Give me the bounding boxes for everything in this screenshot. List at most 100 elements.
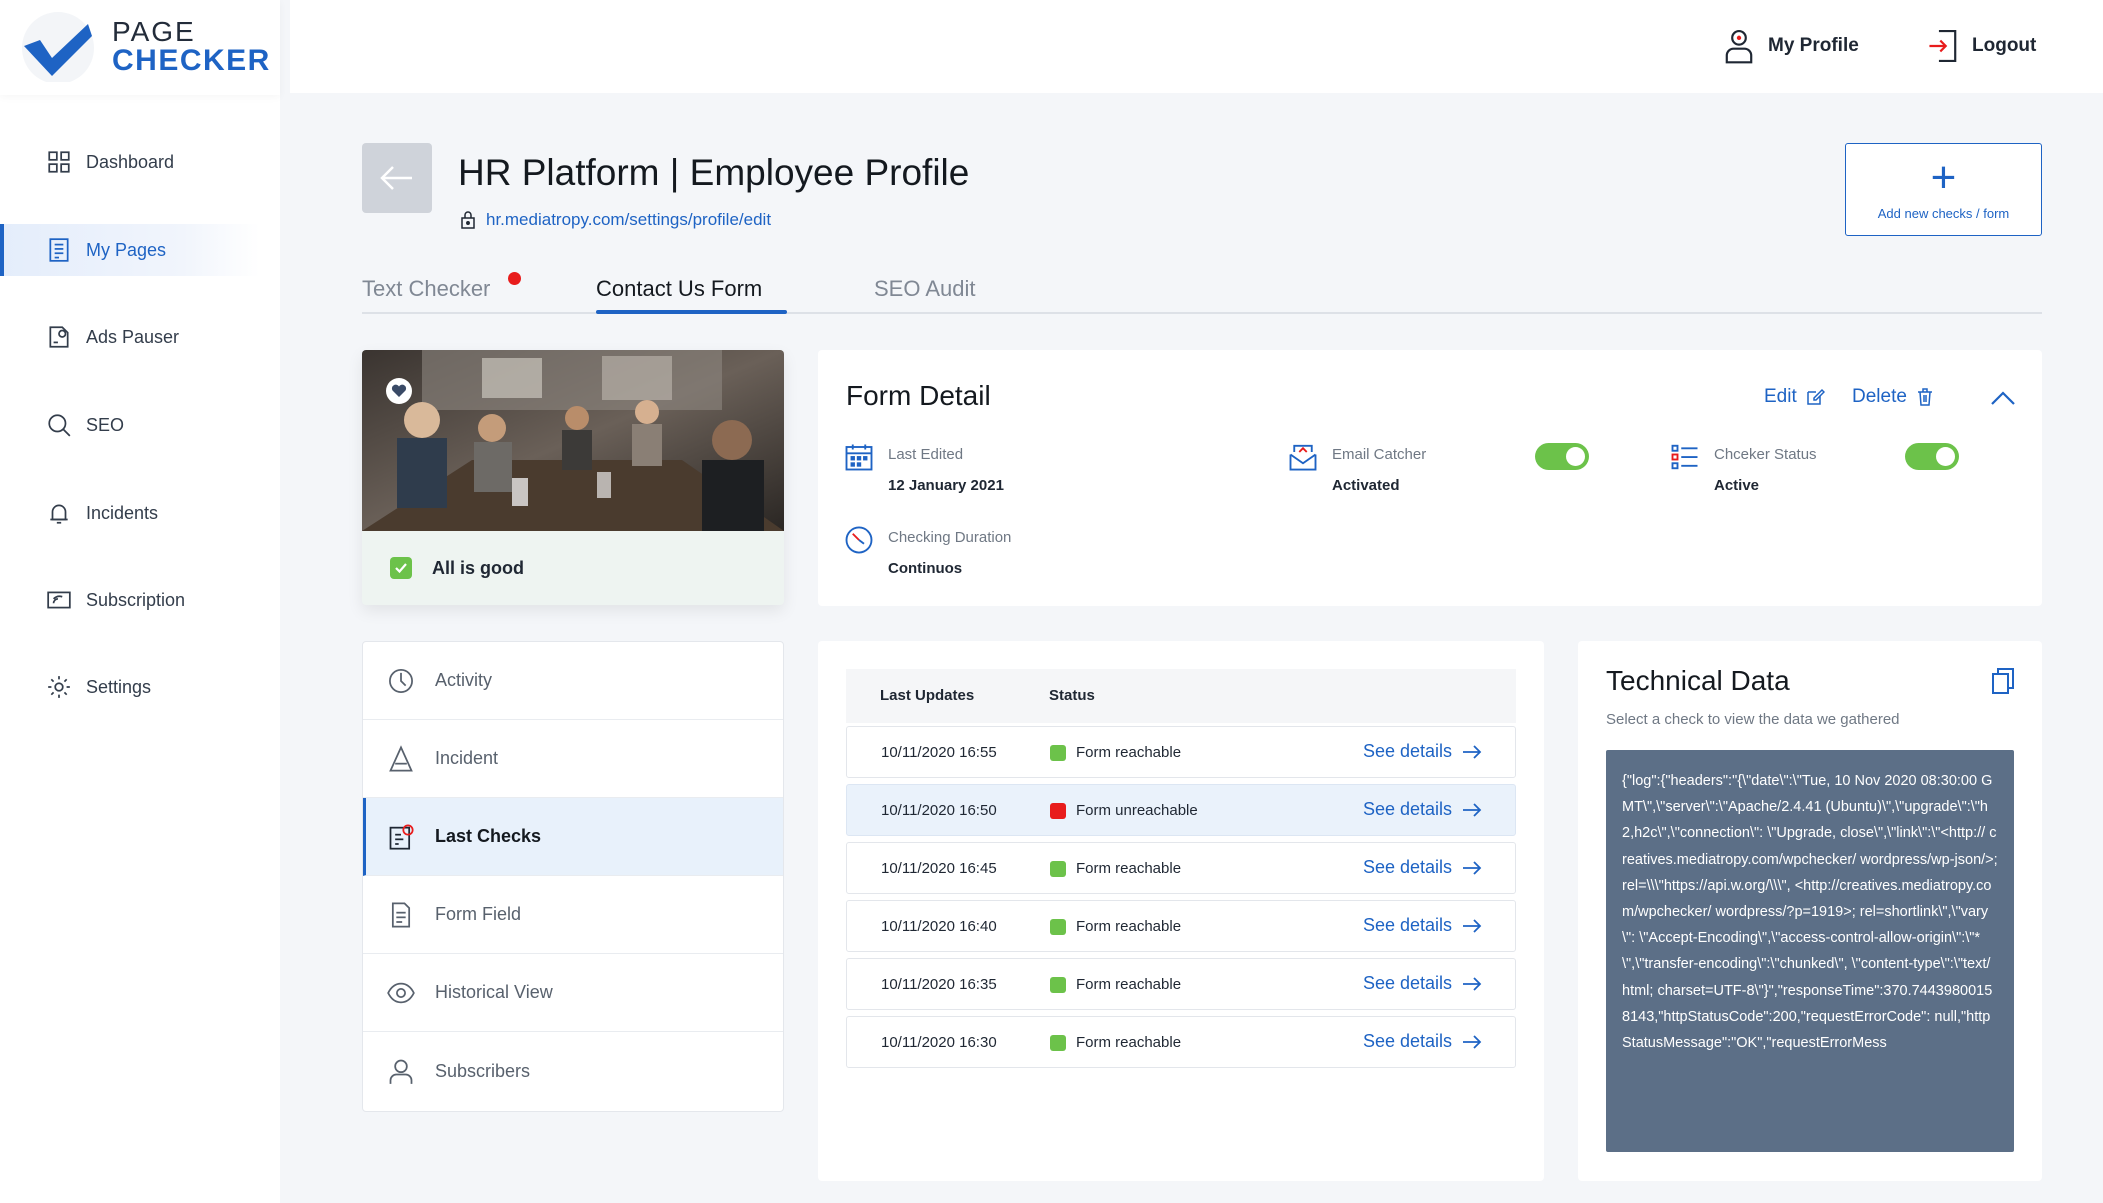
table-row[interactable]: 10/11/2020 16:50 Form unreachable See de… bbox=[846, 784, 1516, 836]
table-row[interactable]: 10/11/2020 16:45 Form reachable See deta… bbox=[846, 842, 1516, 894]
eye-icon bbox=[387, 982, 415, 1003]
back-button[interactable] bbox=[362, 143, 432, 213]
arrow-right-icon bbox=[1463, 744, 1482, 759]
checking-duration-value: Continuos bbox=[888, 560, 963, 577]
table-row[interactable]: 10/11/2020 16:55 Form reachable See deta… bbox=[846, 726, 1516, 778]
arrow-right-icon bbox=[1463, 918, 1482, 933]
form-detail-title: Form Detail bbox=[846, 380, 991, 411]
checks-table-header: Last Updates Status bbox=[846, 669, 1516, 723]
plus-icon: + bbox=[1930, 153, 1957, 202]
menu-item-label: Historical View bbox=[435, 982, 553, 1002]
email-catcher-toggle[interactable] bbox=[1535, 443, 1589, 470]
last-checks-card: Last Updates Status 10/11/2020 16:55 For… bbox=[818, 641, 1544, 1181]
sidebar-item-ads-pauser[interactable]: Ads Pauser bbox=[0, 311, 260, 363]
email-catcher-field: Email Catcher Activated bbox=[1288, 442, 1426, 494]
checklist-icon bbox=[389, 823, 414, 850]
see-details-link[interactable]: See details bbox=[1363, 973, 1482, 994]
check-time: 10/11/2020 16:45 bbox=[881, 860, 997, 877]
logout-link[interactable]: Logout bbox=[1926, 26, 2036, 66]
checker-status-toggle[interactable] bbox=[1905, 443, 1959, 470]
sidebar-item-label: Subscription bbox=[86, 589, 186, 610]
trash-icon bbox=[1917, 388, 1932, 406]
top-bar: My Profile Logout bbox=[290, 0, 2103, 93]
check-status: Form unreachable bbox=[1050, 802, 1198, 819]
technical-data-payload[interactable]: {"log":{"headers":"{\"date\":\"Tue, 10 N… bbox=[1606, 750, 2014, 1152]
sidebar-item-incidents[interactable]: Incidents bbox=[0, 487, 260, 539]
ads-pauser-icon bbox=[49, 326, 69, 348]
arrow-right-icon bbox=[1463, 860, 1482, 875]
logout-label: Logout bbox=[1972, 35, 2037, 56]
check-time: 10/11/2020 16:30 bbox=[881, 1034, 997, 1051]
status-ok-indicator bbox=[1050, 976, 1066, 993]
lock-icon bbox=[461, 211, 475, 229]
sidebar-item-dashboard[interactable]: Dashboard bbox=[0, 136, 260, 188]
status-ok-indicator bbox=[1050, 860, 1066, 877]
alert-dot bbox=[508, 272, 521, 285]
edit-button[interactable]: Edit bbox=[1764, 386, 1825, 408]
page-url-text: hr.mediatropy.com/settings/profile/edit bbox=[486, 210, 772, 229]
sidebar-item-label: My Pages bbox=[86, 239, 167, 260]
checker-status-field: Chceker Status Active bbox=[1670, 442, 1817, 494]
see-details-link[interactable]: See details bbox=[1363, 915, 1482, 936]
see-details-link[interactable]: See details bbox=[1363, 741, 1482, 762]
tab-seo-audit[interactable]: SEO Audit bbox=[874, 276, 976, 302]
menu-item-historical-view[interactable]: Historical View bbox=[363, 954, 783, 1032]
see-details-link[interactable]: See details bbox=[1363, 857, 1482, 878]
sidebar-item-settings[interactable]: Settings bbox=[0, 661, 260, 713]
status-ok-indicator bbox=[1050, 918, 1066, 935]
menu-item-activity[interactable]: Activity bbox=[363, 642, 783, 720]
clock-icon bbox=[845, 526, 873, 554]
checking-duration-label: Checking Duration bbox=[888, 529, 1012, 546]
sidebar-item-label: Dashboard bbox=[86, 151, 175, 172]
checking-duration-field: Checking Duration Continuos bbox=[844, 525, 1011, 577]
see-details-link[interactable]: See details bbox=[1363, 1031, 1482, 1052]
menu-item-label: Subscribers bbox=[435, 1060, 531, 1081]
technical-data-subtitle: Select a check to view the data we gathe… bbox=[1606, 711, 1900, 728]
delete-label: Delete bbox=[1852, 386, 1907, 407]
heart-icon bbox=[391, 384, 407, 397]
checker-status-label: Chceker Status bbox=[1714, 446, 1817, 463]
tab-contact-us-form[interactable]: Contact Us Form bbox=[596, 276, 762, 302]
table-row[interactable]: 10/11/2020 16:40 Form reachable See deta… bbox=[846, 900, 1516, 952]
tab-text-checker[interactable]: Text Checker bbox=[362, 276, 490, 302]
add-new-checks-button[interactable]: + Add new checks / form bbox=[1845, 143, 2042, 236]
status-error-indicator bbox=[1050, 802, 1066, 819]
table-row[interactable]: 10/11/2020 16:35 Form reachable See deta… bbox=[846, 958, 1516, 1010]
sidebar-item-subscription[interactable]: Subscription bbox=[0, 574, 260, 626]
check-time: 10/11/2020 16:55 bbox=[881, 744, 997, 761]
sidebar-item-label: Ads Pauser bbox=[86, 326, 180, 347]
technical-data-card: Technical Data Select a check to view th… bbox=[1578, 641, 2042, 1181]
sidebar-item-seo[interactable]: SEO bbox=[0, 399, 260, 451]
sidebar-item-my-pages[interactable]: My Pages bbox=[0, 224, 260, 276]
calendar-icon bbox=[845, 444, 873, 471]
app-logo[interactable]: PAGE CHECKER bbox=[0, 0, 280, 95]
grid-icon bbox=[48, 151, 70, 173]
table-row[interactable]: 10/11/2020 16:30 Form reachable See deta… bbox=[846, 1016, 1516, 1068]
favorite-button[interactable] bbox=[386, 378, 412, 404]
delete-button[interactable]: Delete bbox=[1852, 386, 1935, 408]
sidebar-item-label: Incidents bbox=[86, 502, 159, 523]
menu-item-subscribers[interactable]: Subscribers bbox=[363, 1032, 783, 1110]
arrow-left-icon bbox=[380, 166, 412, 190]
status-ok-indicator bbox=[1050, 744, 1066, 761]
column-header-status: Status bbox=[1049, 687, 1095, 704]
menu-item-incident[interactable]: Incident bbox=[363, 720, 783, 798]
page-preview-card[interactable]: All is good bbox=[362, 350, 784, 605]
check-status: Form reachable bbox=[1050, 860, 1181, 877]
pages-icon bbox=[49, 238, 69, 262]
technical-data-title: Technical Data bbox=[1606, 665, 1790, 696]
copy-icon[interactable] bbox=[1990, 667, 2016, 695]
see-details-link[interactable]: See details bbox=[1363, 799, 1482, 820]
menu-item-label: Last Checks bbox=[435, 826, 542, 846]
document-icon bbox=[391, 901, 411, 928]
page-url-link[interactable]: hr.mediatropy.com/settings/profile/edit bbox=[460, 210, 771, 230]
chevron-up-icon[interactable] bbox=[1988, 386, 2018, 410]
check-status: Form reachable bbox=[1050, 976, 1181, 993]
menu-item-form-field[interactable]: Form Field bbox=[363, 876, 783, 954]
menu-item-last-checks[interactable]: Last Checks bbox=[363, 798, 783, 876]
my-profile-link[interactable]: My Profile bbox=[1722, 26, 1859, 66]
arrow-right-icon bbox=[1463, 802, 1482, 817]
last-edited-field: Last Edited 12 January 2021 bbox=[844, 442, 1004, 494]
page-preview-image bbox=[362, 350, 784, 531]
check-time: 10/11/2020 16:50 bbox=[881, 802, 997, 819]
